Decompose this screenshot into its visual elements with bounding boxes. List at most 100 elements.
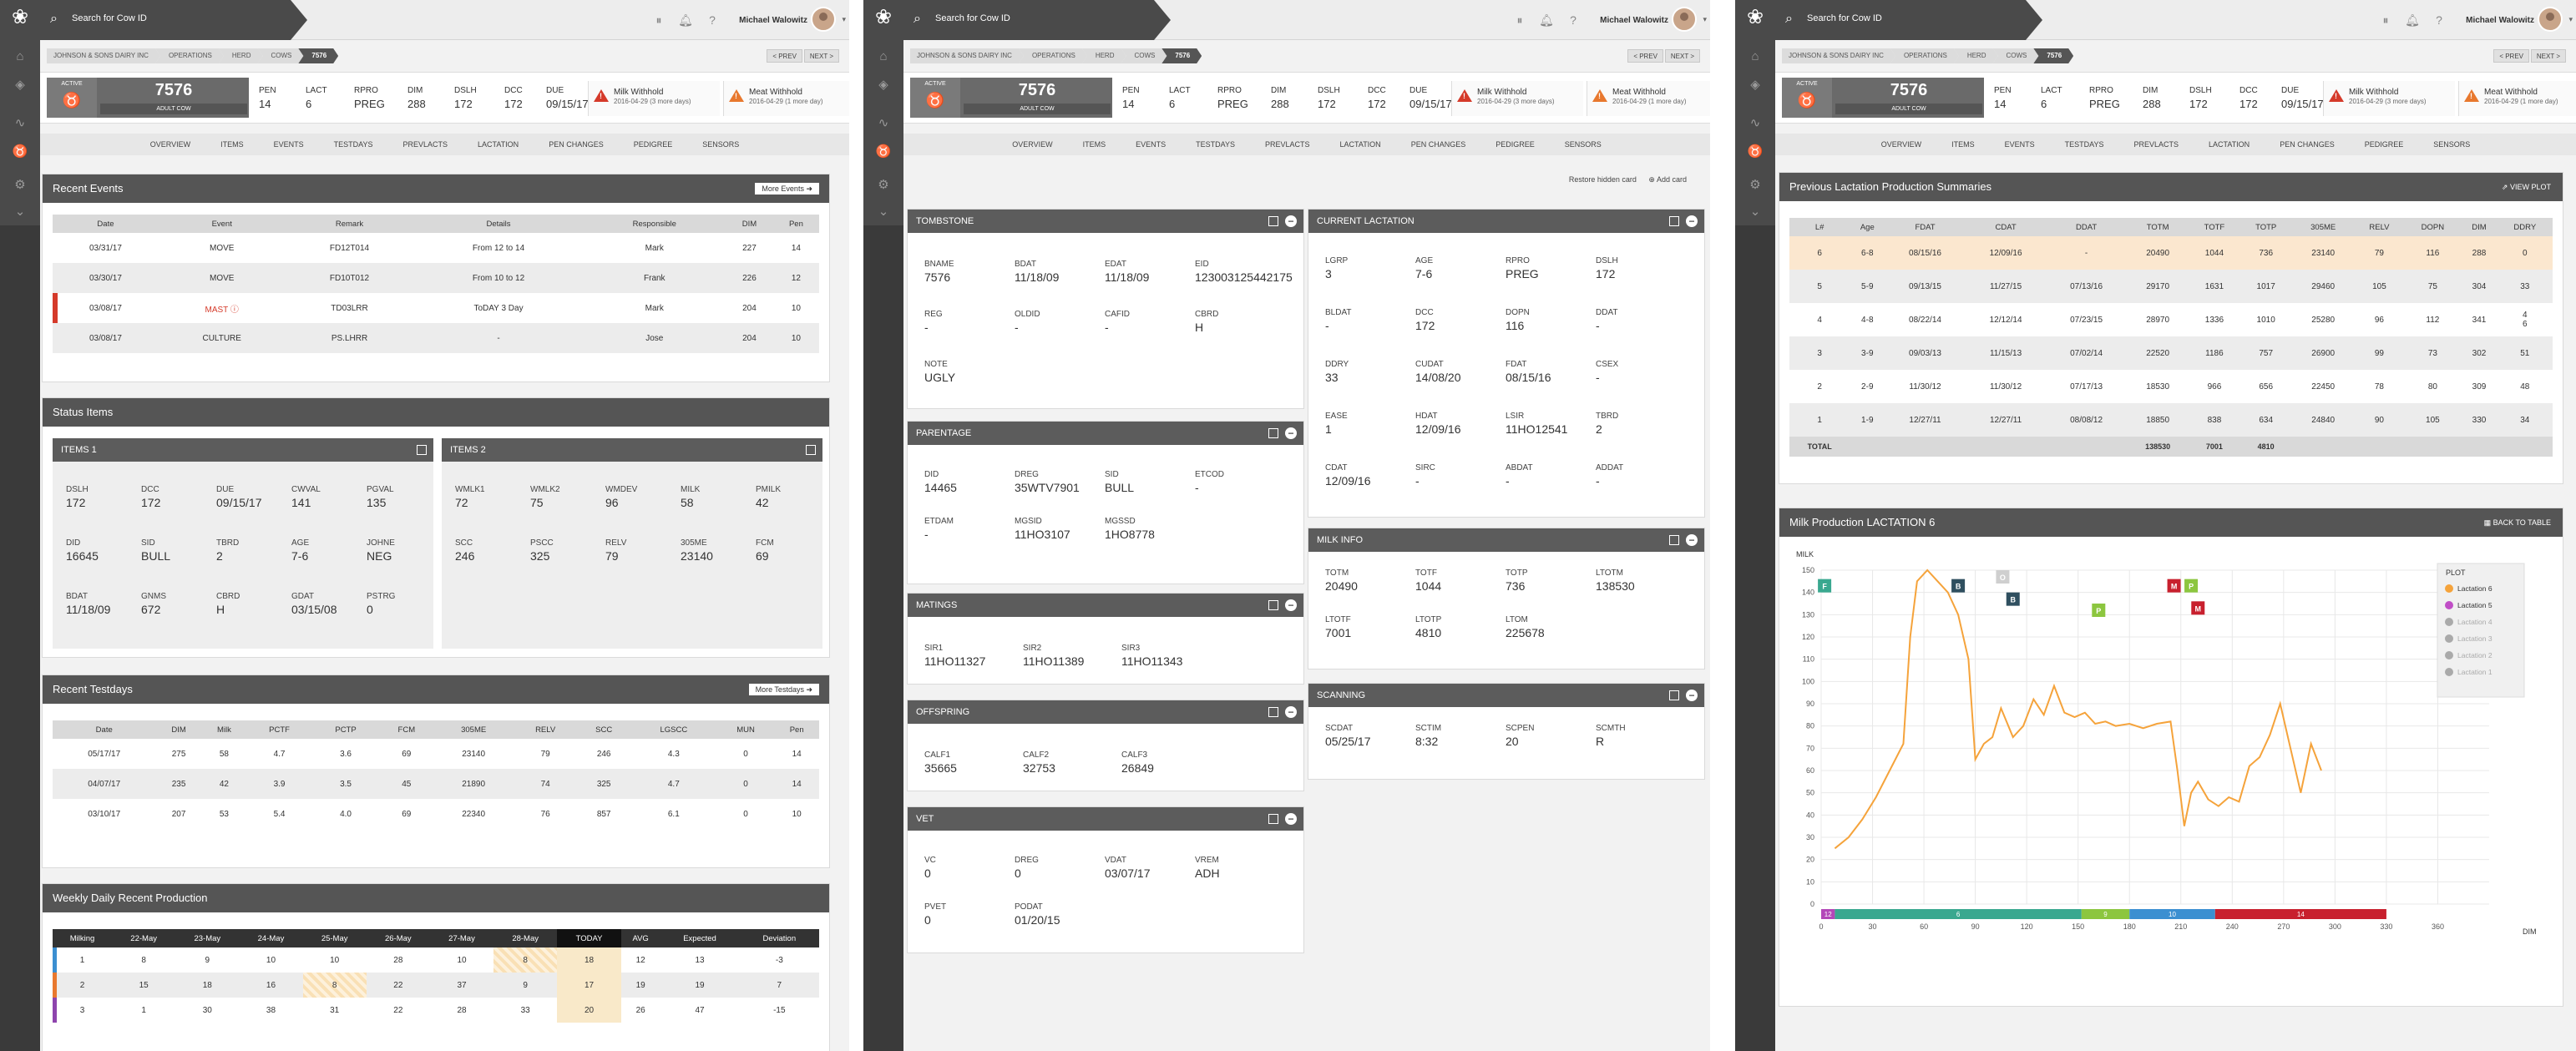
col-header[interactable]: DIM (155, 720, 202, 739)
edit-icon[interactable] (1268, 216, 1278, 226)
cow-icon[interactable]: ♉ (1747, 144, 1764, 160)
col-header[interactable]: L# (1789, 218, 1850, 236)
tab-events[interactable]: EVENTS (1990, 134, 2050, 155)
prev-button[interactable]: < PREV (767, 49, 802, 63)
col-header[interactable]: DIM (726, 215, 773, 233)
col-header[interactable]: Responsible (583, 215, 726, 233)
col-header[interactable]: 28-May (493, 929, 558, 947)
tab-prevlacts[interactable]: PREVLACTS (1250, 134, 1325, 155)
collapse-icon[interactable]: − (1686, 534, 1698, 546)
layers-icon[interactable]: ◈ (1747, 77, 1764, 93)
legend-entry[interactable]: Lactation 6 (2457, 584, 2492, 593)
table-row[interactable]: 05/17/17 275 58 4.7 3.6 69 23140 79 246 4.3 0 14 (53, 739, 819, 769)
milk-withhold-alert[interactable]: Milk Withhold2016-04-29 (3 more days) (588, 81, 720, 116)
col-header[interactable]: Pen (772, 215, 819, 233)
col-header[interactable]: Pen (774, 720, 819, 739)
collapse-icon[interactable]: − (1285, 706, 1297, 718)
pause-icon[interactable]: ⏸ (1506, 13, 1533, 28)
avatar[interactable] (1672, 7, 1697, 32)
prev-button[interactable]: < PREV (1627, 49, 1663, 63)
col-header[interactable]: CDAT (1965, 218, 2047, 236)
collapse-icon[interactable]: − (1686, 215, 1698, 227)
tab-pedigree[interactable]: PEDIGREE (619, 134, 688, 155)
tab-overview[interactable]: OVERVIEW (135, 134, 205, 155)
table-row[interactable]: 04/07/17 235 42 3.9 3.5 45 21890 74 325 4.7 0 14 (53, 769, 819, 799)
chart-icon[interactable]: ∿ (875, 115, 892, 132)
edit-icon[interactable] (1669, 216, 1679, 226)
table-row[interactable]: 1 1-9 12/27/11 12/27/11 08/08/12 18850 838 634 2… (1789, 403, 2553, 437)
table-row[interactable]: 6 6-8 08/15/16 12/09/16-20490 1044 736 23140 79… (1789, 236, 2553, 270)
tab-pedigree[interactable]: PEDIGREE (2350, 134, 2419, 155)
breadcrumb-item[interactable]: HERD (1954, 48, 1998, 63)
next-button[interactable]: NEXT > (1664, 49, 1700, 63)
table-row[interactable]: 5 5-9 09/13/15 11/27/15 07/13/16 29170 1631 101… (1789, 270, 2553, 303)
search-input[interactable]: Search for Cow ID (1807, 13, 1882, 23)
table-row[interactable]: 03/30/17 MOVE FD10T012 From 10 to 12 Frank 22… (53, 263, 819, 293)
search-box[interactable]: ⌕ Search for Cow ID (903, 0, 1171, 40)
tab-sensors[interactable]: SENSORS (687, 134, 754, 155)
legend-swatch[interactable] (2445, 584, 2453, 593)
next-button[interactable]: NEXT > (2530, 49, 2566, 63)
col-header[interactable]: Milk (201, 720, 247, 739)
meat-withhold-alert[interactable]: Meat Withhold2016-04-29 (1 more day) (723, 81, 849, 116)
col-header[interactable]: SCC (577, 720, 630, 739)
col-header[interactable]: AVG (620, 929, 660, 947)
bell-icon[interactable]: 🔔︎ (2399, 13, 2426, 28)
edit-icon[interactable] (1669, 690, 1679, 700)
legend-entry[interactable]: Lactation 3 (2457, 634, 2492, 643)
col-header[interactable]: Remark (285, 215, 414, 233)
col-header[interactable]: DDRY (2497, 218, 2553, 236)
help-icon[interactable]: ? (1560, 13, 1587, 27)
edit-icon[interactable] (1268, 707, 1278, 717)
col-header[interactable]: 27-May (429, 929, 494, 947)
table-row[interactable]: 03/31/17 MOVE FD12T014 From 12 to 14 Mark 227… (53, 233, 819, 263)
edit-icon[interactable] (1268, 600, 1278, 610)
settings-icon[interactable]: ⚙ (12, 177, 28, 194)
collapse-icon[interactable]: − (1285, 813, 1297, 825)
milk-withhold-alert[interactable]: Milk Withhold2016-04-29 (3 more days) (2323, 81, 2455, 116)
chevron-down-icon[interactable]: ⌄ (12, 204, 28, 220)
col-header[interactable]: DOPN (2404, 218, 2462, 236)
layers-icon[interactable]: ◈ (12, 77, 28, 93)
app-logo-icon[interactable]: ❀ (871, 5, 896, 30)
cow-icon[interactable]: ♉ (875, 144, 892, 160)
legend-swatch[interactable] (2445, 668, 2453, 676)
col-header[interactable]: TOTP (2239, 218, 2292, 236)
legend-entry[interactable]: Lactation 5 (2457, 601, 2492, 609)
breadcrumb-item[interactable]: 7576 (2033, 48, 2073, 63)
search-input[interactable]: Search for Cow ID (72, 13, 147, 23)
tab-lactation[interactable]: LACTATION (2194, 134, 2265, 155)
user-name[interactable]: Michael Walowitz (1600, 16, 1668, 25)
chart-icon[interactable]: ∿ (12, 115, 28, 132)
tab-testdays[interactable]: TESTDAYS (1181, 134, 1250, 155)
table-row[interactable]: 2 15 18 16 8 22 37 9 17 19 19 7 (53, 973, 819, 998)
edit-icon[interactable] (1268, 428, 1278, 438)
col-header[interactable]: TODAY (557, 929, 621, 947)
cow-icon[interactable]: ♉ (12, 144, 28, 160)
tab-pedigree[interactable]: PEDIGREE (1480, 134, 1550, 155)
chevron-down-icon[interactable]: ▾ (2568, 15, 2573, 24)
search-box[interactable]: ⌕ Search for Cow ID (1775, 0, 2042, 40)
breadcrumb-item[interactable]: COWS (1121, 48, 1167, 63)
tab-testdays[interactable]: TESTDAYS (2050, 134, 2119, 155)
settings-icon[interactable]: ⚙ (875, 177, 892, 194)
col-header[interactable]: RELV (2354, 218, 2405, 236)
prev-button[interactable]: < PREV (2493, 49, 2529, 63)
tab-prevlacts[interactable]: PREVLACTS (2118, 134, 2194, 155)
more-testdays-button[interactable]: More Testdays ➜ (748, 684, 819, 695)
pause-icon[interactable]: ⏸ (645, 13, 672, 28)
col-header[interactable]: Event (158, 215, 286, 233)
tab-pen-changes[interactable]: PEN CHANGES (534, 134, 619, 155)
col-header[interactable]: FDAT (1885, 218, 1966, 236)
breadcrumb-item[interactable]: COWS (1992, 48, 2038, 63)
layers-icon[interactable]: ◈ (875, 77, 892, 93)
view-plot-button[interactable]: ⇗ VIEW PLOT (2502, 173, 2551, 201)
col-header[interactable]: Age (1850, 218, 1885, 236)
col-header[interactable]: 305ME (2291, 218, 2355, 236)
breadcrumb-item[interactable]: 7576 (298, 48, 338, 63)
breadcrumb-item[interactable]: HERD (1082, 48, 1126, 63)
col-header[interactable]: Milking (53, 929, 113, 947)
legend-swatch[interactable] (2445, 651, 2453, 659)
breadcrumb-item[interactable]: HERD (219, 48, 263, 63)
breadcrumb-item[interactable]: COWS (257, 48, 303, 63)
